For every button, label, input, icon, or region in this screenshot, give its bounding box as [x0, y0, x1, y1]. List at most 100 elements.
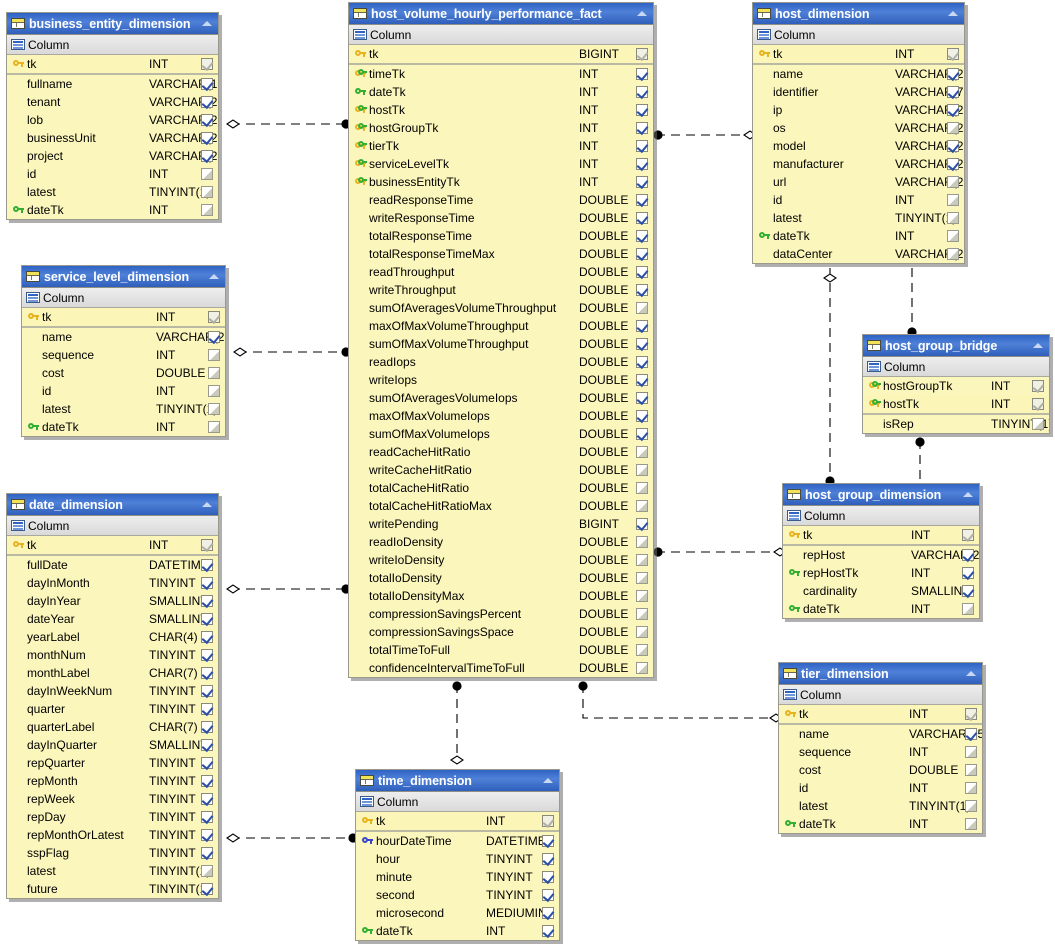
column-row[interactable]: sequence INT [779, 743, 982, 761]
collapse-toggle-icon[interactable] [541, 774, 556, 787]
column-row[interactable]: writePending BIGINT [349, 515, 653, 533]
table-title-bar[interactable]: tier_dimension [779, 663, 982, 685]
table-title-bar[interactable]: date_dimension [7, 494, 218, 516]
column-visible-checkbox[interactable] [542, 853, 554, 865]
column-visible-checkbox[interactable] [636, 626, 648, 638]
column-row[interactable]: writeIops DOUBLE [349, 371, 653, 389]
column-row[interactable]: compressionSavingsPercent DOUBLE [349, 605, 653, 623]
column-visible-checkbox[interactable] [542, 815, 554, 827]
column-row[interactable]: id INT [7, 165, 218, 183]
column-visible-checkbox[interactable] [636, 446, 648, 458]
column-visible-checkbox[interactable] [1032, 398, 1044, 410]
column-visible-checkbox[interactable] [201, 595, 213, 607]
column-visible-checkbox[interactable] [965, 728, 977, 740]
column-row[interactable]: quarterLabel CHAR(7) [7, 718, 218, 736]
column-group-header[interactable]: Column [22, 288, 225, 308]
column-row[interactable]: hostTk INT [349, 101, 653, 119]
column-row[interactable]: ipVARCHAR(255) [753, 101, 964, 119]
column-visible-checkbox[interactable] [201, 559, 213, 571]
column-row[interactable]: sumOfMaxVolumeThroughput DOUBLE [349, 335, 653, 353]
column-row[interactable]: dayInYear SMALLINT [7, 592, 218, 610]
column-visible-checkbox[interactable] [542, 925, 554, 937]
column-visible-checkbox[interactable] [201, 739, 213, 751]
column-row[interactable]: sumOfMaxVolumeIops DOUBLE [349, 425, 653, 443]
column-visible-checkbox[interactable] [962, 529, 974, 541]
column-visible-checkbox[interactable] [636, 392, 648, 404]
column-row[interactable]: serviceLevelTk INT [349, 155, 653, 173]
column-visible-checkbox[interactable] [962, 585, 974, 597]
column-row[interactable]: dateTk INT [779, 815, 982, 833]
column-visible-checkbox[interactable] [636, 518, 648, 530]
column-row[interactable]: timeTk INT [349, 65, 653, 83]
column-visible-checkbox[interactable] [1032, 418, 1044, 430]
column-row[interactable]: fullDate DATETIME [7, 556, 218, 574]
column-visible-checkbox[interactable] [962, 603, 974, 615]
column-row[interactable]: readThroughput DOUBLE [349, 263, 653, 281]
column-group-header[interactable]: Column [7, 35, 218, 55]
column-visible-checkbox[interactable] [636, 302, 648, 314]
column-row[interactable]: dateTk INT [783, 600, 979, 618]
table-host_group_bridge[interactable]: host_group_bridge Column hostGroupTk INT hos… [862, 334, 1050, 434]
table-title-bar[interactable]: time_dimension [356, 770, 559, 792]
column-visible-checkbox[interactable] [201, 114, 213, 126]
collapse-toggle-icon[interactable] [961, 488, 976, 501]
column-row[interactable]: monthLabel CHAR(7) [7, 664, 218, 682]
column-group-header[interactable]: Column [7, 516, 218, 536]
column-visible-checkbox[interactable] [636, 464, 648, 476]
column-visible-checkbox[interactable] [947, 230, 959, 242]
column-visible-checkbox[interactable] [636, 374, 648, 386]
column-visible-checkbox[interactable] [201, 613, 213, 625]
column-row[interactable]: maxOfMaxVolumeThroughput DOUBLE [349, 317, 653, 335]
column-row[interactable]: businessUnitVARCHAR(255) [7, 129, 218, 147]
column-visible-checkbox[interactable] [636, 212, 648, 224]
column-visible-checkbox[interactable] [201, 883, 213, 895]
column-visible-checkbox[interactable] [1032, 380, 1044, 392]
column-visible-checkbox[interactable] [965, 818, 977, 830]
column-group-header[interactable]: Column [863, 357, 1049, 377]
column-row[interactable]: nameVARCHAR(255) [22, 328, 225, 346]
column-row[interactable]: dateTk INT [349, 83, 653, 101]
column-row[interactable]: readCacheHitRatio DOUBLE [349, 443, 653, 461]
column-row[interactable]: dataCenterVARCHAR(255) [753, 245, 964, 263]
column-row[interactable]: yearLabel CHAR(4) [7, 628, 218, 646]
column-visible-checkbox[interactable] [201, 865, 213, 877]
column-visible-checkbox[interactable] [636, 104, 648, 116]
column-visible-checkbox[interactable] [636, 230, 648, 242]
column-visible-checkbox[interactable] [636, 482, 648, 494]
column-row[interactable]: latest TINYINT(1) [7, 183, 218, 201]
column-visible-checkbox[interactable] [201, 721, 213, 733]
column-visible-checkbox[interactable] [636, 320, 648, 332]
column-visible-checkbox[interactable] [947, 122, 959, 134]
column-row[interactable]: repMonth TINYINT [7, 772, 218, 790]
column-visible-checkbox[interactable] [947, 212, 959, 224]
column-row[interactable]: hourDateTime DATETIME [356, 832, 559, 850]
column-row[interactable]: hostTk INT [863, 395, 1049, 415]
column-row[interactable]: tk INT [7, 55, 218, 75]
column-row[interactable]: totalIoDensityMax DOUBLE [349, 587, 653, 605]
column-row[interactable]: repQuarter TINYINT [7, 754, 218, 772]
column-row[interactable]: maxOfMaxVolumeIops DOUBLE [349, 407, 653, 425]
column-visible-checkbox[interactable] [962, 567, 974, 579]
column-visible-checkbox[interactable] [965, 746, 977, 758]
column-row[interactable]: dateTk INT [356, 922, 559, 940]
column-row[interactable]: repDay TINYINT [7, 808, 218, 826]
column-row[interactable]: writeResponseTime DOUBLE [349, 209, 653, 227]
column-visible-checkbox[interactable] [201, 667, 213, 679]
column-visible-checkbox[interactable] [201, 847, 213, 859]
column-row[interactable]: tk INT [753, 45, 964, 65]
column-visible-checkbox[interactable] [208, 367, 220, 379]
column-visible-checkbox[interactable] [947, 48, 959, 60]
column-row[interactable]: dayInMonth TINYINT [7, 574, 218, 592]
column-visible-checkbox[interactable] [201, 96, 213, 108]
column-visible-checkbox[interactable] [542, 871, 554, 883]
column-visible-checkbox[interactable] [947, 104, 959, 116]
column-visible-checkbox[interactable] [201, 58, 213, 70]
column-row[interactable]: tk BIGINT [349, 45, 653, 65]
column-visible-checkbox[interactable] [201, 685, 213, 697]
column-visible-checkbox[interactable] [201, 829, 213, 841]
column-row[interactable]: tk INT [783, 526, 979, 546]
column-row[interactable]: readResponseTime DOUBLE [349, 191, 653, 209]
column-visible-checkbox[interactable] [965, 782, 977, 794]
column-visible-checkbox[interactable] [201, 649, 213, 661]
column-visible-checkbox[interactable] [636, 194, 648, 206]
